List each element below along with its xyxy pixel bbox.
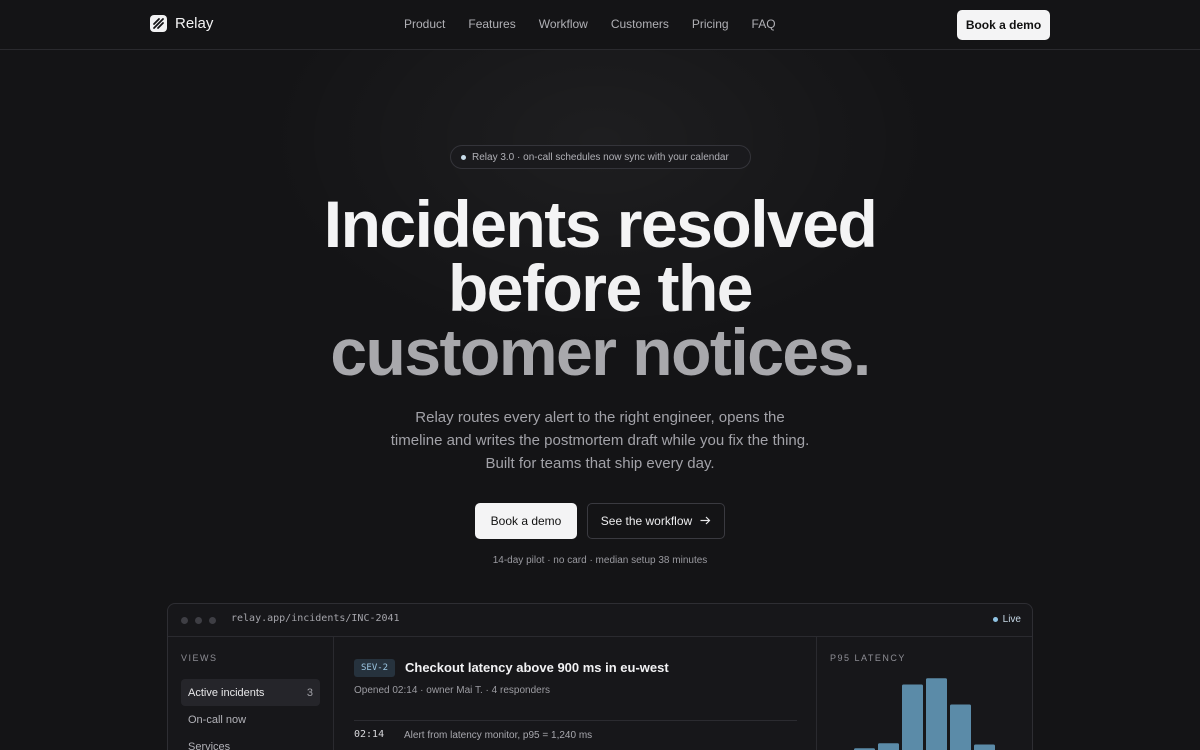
announcement-text: Relay 3.0 · on-call schedules now sync w… <box>472 151 729 163</box>
sidebar-item-on-call-now[interactable]: On-call now <box>181 706 320 733</box>
window-titlebar: relay.app/incidents/INC-2041 Live <box>168 604 1032 637</box>
sidebar-item-label: Services <box>188 740 231 750</box>
timeline-time: 02:14 <box>354 729 385 740</box>
nav-link-features[interactable]: Features <box>468 17 515 31</box>
nav-link-customers[interactable]: Customers <box>611 17 669 31</box>
nav-link-product[interactable]: Product <box>404 17 445 31</box>
latency-bar <box>902 684 923 750</box>
views-title: VIEWS <box>181 653 218 663</box>
nav-links: Product Features Workflow Customers Pric… <box>404 17 776 31</box>
views-sidebar: VIEWS Active incidents 3 On-call now Ser… <box>168 637 334 750</box>
sidebar-item-label: Active incidents <box>188 686 265 699</box>
severity-badge: SEV-2 <box>354 659 396 677</box>
app-preview-window: relay.app/incidents/INC-2041 Live VIEWS … <box>167 603 1033 750</box>
window-dot-icon <box>195 617 202 624</box>
hero-subheading: Relay routes every alert to the right en… <box>390 409 810 472</box>
announcement-dot-icon <box>461 154 466 160</box>
latency-bar <box>950 704 971 750</box>
latency-bar <box>878 743 899 750</box>
sidebar-item-active-incidents[interactable]: Active incidents 3 <box>181 679 320 706</box>
sidebar-item-services[interactable]: Services <box>181 733 320 750</box>
headline-line-3: customer notices. <box>330 315 871 389</box>
window-controls <box>181 617 216 624</box>
arrow-right-icon <box>700 514 711 528</box>
incident-title[interactable]: Checkout latency above 900 ms in eu-west <box>405 660 669 675</box>
nav-link-workflow[interactable]: Workflow <box>539 17 588 31</box>
announcement-pill[interactable]: Relay 3.0 · on-call schedules now sync w… <box>450 145 751 169</box>
headline-line-2: before the <box>447 251 754 325</box>
brand[interactable]: Relay <box>150 15 213 32</box>
latency-chart: P95 LATENCY <box>817 637 1032 750</box>
latency-bars <box>854 678 995 750</box>
incident-meta: Opened 02:14 · owner Mai T. · 4 responde… <box>354 685 551 696</box>
nav-link-faq[interactable]: FAQ <box>752 17 776 31</box>
relay-logo-icon <box>150 15 167 32</box>
window-dot-icon <box>181 617 188 624</box>
incident-detail: SEV-2 Checkout latency above 900 ms in e… <box>334 637 817 750</box>
top-navigation: Relay Product Features Workflow Customer… <box>0 0 1200 50</box>
address-url: relay.app/incidents/INC-2041 <box>231 613 400 624</box>
live-dot-icon <box>992 617 998 622</box>
brand-name: Relay <box>175 15 214 32</box>
see-workflow-button[interactable]: See the workflow <box>587 503 725 539</box>
sidebar-item-label: On-call now <box>188 713 247 726</box>
latency-bar <box>926 678 947 750</box>
headline-line-1: Incidents resolved <box>323 187 878 261</box>
nav-book-demo-button[interactable]: Book a demo <box>957 10 1050 40</box>
hero-fineprint: 14-day pilot · no card · median setup 38… <box>492 555 708 566</box>
window-dot-icon <box>209 617 216 624</box>
nav-link-pricing[interactable]: Pricing <box>692 17 729 31</box>
live-indicator: Live <box>992 614 1021 625</box>
hero-headline: Incidents resolved before the customer n… <box>0 187 1200 389</box>
sidebar-item-count: 3 <box>306 686 313 699</box>
timeline-event: Alert from latency monitor, p95 = 1,240 … <box>404 730 593 741</box>
divider <box>354 720 797 721</box>
live-label: Live <box>1002 614 1021 625</box>
latency-bar <box>974 744 995 750</box>
see-workflow-label: See the workflow <box>600 514 693 528</box>
hero-book-demo-button[interactable]: Book a demo <box>475 503 577 539</box>
